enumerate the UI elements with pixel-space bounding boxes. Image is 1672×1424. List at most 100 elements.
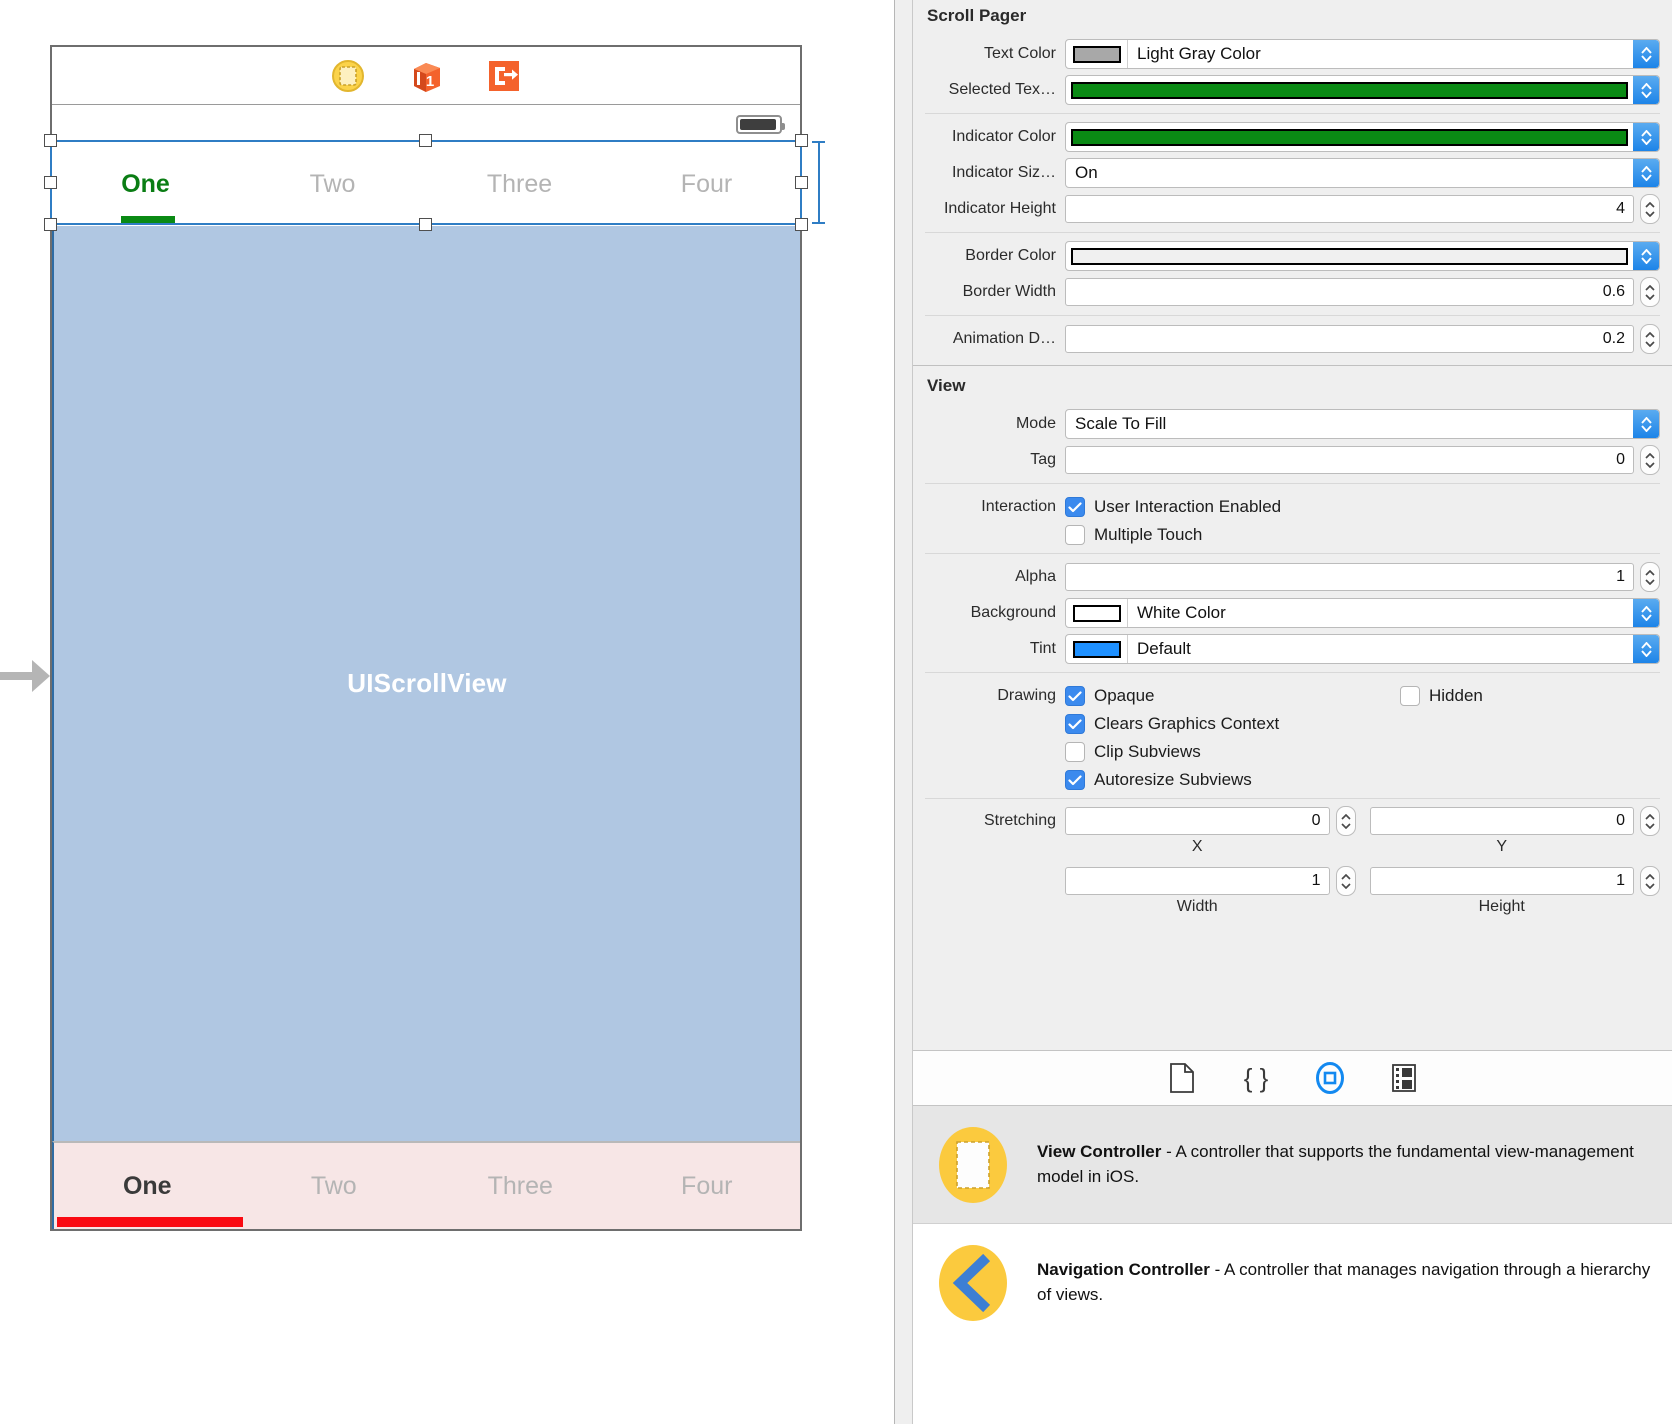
selected-text-color-popup[interactable] <box>1065 75 1660 105</box>
view-controller-icon[interactable] <box>331 59 365 93</box>
row-background[interactable]: Background White Color <box>913 595 1672 631</box>
checkbox-clears-graphics-context[interactable]: Clears Graphics Context <box>1065 714 1400 734</box>
row-mode[interactable]: Mode Scale To Fill <box>913 406 1672 442</box>
file-template-library-tab[interactable] <box>1165 1061 1199 1095</box>
library-item-view-controller[interactable]: View Controller - A controller that supp… <box>913 1106 1672 1224</box>
indicator-height-input[interactable]: 4 <box>1065 195 1634 223</box>
animation-duration-stepper[interactable] <box>1640 324 1660 354</box>
top-pager-indicator <box>121 216 175 225</box>
chevron-updown-icon[interactable] <box>1633 76 1659 104</box>
indicator-size-popup[interactable]: On <box>1065 158 1660 188</box>
media-library-tab[interactable] <box>1387 1061 1421 1095</box>
row-selected-text-color[interactable]: Selected Tex… <box>913 72 1672 108</box>
animation-duration-input[interactable]: 0.2 <box>1065 325 1634 353</box>
checkbox-autoresize-subviews[interactable]: Autoresize Subviews <box>1065 770 1400 790</box>
object-library-list[interactable]: View Controller - A controller that supp… <box>913 1106 1672 1424</box>
row-tint[interactable]: Tint Default <box>913 631 1672 667</box>
row-text-color[interactable]: Text Color Light Gray Color <box>913 36 1672 72</box>
top-pager-tab-four[interactable]: Four <box>613 170 800 199</box>
checkmark-icon[interactable] <box>1065 497 1085 517</box>
bottom-scroll-pager[interactable]: One Two Three Four <box>52 1141 800 1229</box>
top-pager-tab-one[interactable]: One <box>52 170 239 199</box>
chevron-updown-icon[interactable] <box>1633 410 1659 438</box>
bottom-pager-tab-four[interactable]: Four <box>614 1172 801 1201</box>
stretching-x-input[interactable]: 0 <box>1065 807 1330 835</box>
border-width-input[interactable]: 0.6 <box>1065 278 1634 306</box>
stretching-height-stepper[interactable] <box>1640 866 1660 896</box>
row-indicator-size[interactable]: Indicator Siz… On <box>913 155 1672 191</box>
checkbox-label: Clip Subviews <box>1094 742 1201 761</box>
alpha-stepper[interactable] <box>1640 562 1660 592</box>
checkmark-icon[interactable] <box>1065 686 1085 706</box>
tag-stepper[interactable] <box>1640 445 1660 475</box>
checkbox-label: Opaque <box>1094 686 1155 705</box>
checkbox-clip-subviews[interactable]: Clip Subviews <box>1065 742 1400 762</box>
row-indicator-color[interactable]: Indicator Color <box>913 119 1672 155</box>
top-scroll-pager[interactable]: One Two Three Four <box>52 143 800 225</box>
text-color-popup[interactable]: Light Gray Color <box>1065 39 1660 69</box>
label-interaction: Interaction <box>981 498 1056 515</box>
bottom-pager-tab-two[interactable]: Two <box>241 1172 428 1201</box>
uiscrollview[interactable]: UIScrollView <box>52 225 800 1141</box>
stretching-width-stepper[interactable] <box>1335 866 1356 896</box>
view-controller-scene[interactable]: 1 One Two Three Four UIScrollView One Tw… <box>50 45 802 1231</box>
navigation-controller-library-icon <box>927 1244 1019 1322</box>
scene-dock[interactable]: 1 <box>52 47 800 105</box>
library-item-text: Navigation Controller - A controller tha… <box>1037 1258 1658 1307</box>
selected-text-color-swatch <box>1071 81 1628 99</box>
empty-checkbox-icon[interactable] <box>1400 686 1420 706</box>
empty-checkbox-icon[interactable] <box>1065 742 1085 762</box>
text-color-swatch-cell <box>1066 40 1128 68</box>
checkbox-user-interaction-enabled[interactable]: User Interaction Enabled <box>1065 497 1281 517</box>
chevron-updown-icon[interactable] <box>1633 635 1659 663</box>
stretching-y-stepper[interactable] <box>1640 806 1660 836</box>
background-color-popup[interactable]: White Color <box>1065 598 1660 628</box>
top-pager-tab-three[interactable]: Three <box>426 170 613 199</box>
top-pager-tab-two[interactable]: Two <box>239 170 426 199</box>
tint-color-popup[interactable]: Default <box>1065 634 1660 664</box>
bottom-pager-tab-three[interactable]: Three <box>427 1172 614 1201</box>
checkbox-hidden[interactable]: Hidden <box>1400 686 1660 706</box>
chevron-updown-icon[interactable] <box>1633 123 1659 151</box>
chevron-updown-icon[interactable] <box>1633 159 1659 187</box>
stretching-y-input[interactable]: 0 <box>1369 807 1634 835</box>
chevron-updown-icon[interactable] <box>1633 40 1659 68</box>
stretching-width-input[interactable]: 1 <box>1065 867 1330 895</box>
row-tag[interactable]: Tag 0 <box>913 442 1672 478</box>
chevron-updown-icon[interactable] <box>1633 242 1659 270</box>
code-snippet-library-tab[interactable]: { } <box>1239 1061 1273 1095</box>
border-color-swatch-cell <box>1066 242 1633 270</box>
empty-checkbox-icon[interactable] <box>1065 525 1085 545</box>
border-width-stepper[interactable] <box>1640 277 1660 307</box>
indicator-color-popup[interactable] <box>1065 122 1660 152</box>
row-border-width[interactable]: Border Width 0.6 <box>913 274 1672 310</box>
alpha-input[interactable]: 1 <box>1065 563 1634 591</box>
checkmark-icon[interactable] <box>1065 770 1085 790</box>
tag-input[interactable]: 0 <box>1065 446 1634 474</box>
exit-segue-icon[interactable] <box>487 59 521 93</box>
row-indicator-height[interactable]: Indicator Height 4 <box>913 191 1672 227</box>
mode-popup[interactable]: Scale To Fill <box>1065 409 1660 439</box>
chevron-updown-icon[interactable] <box>1633 599 1659 627</box>
text-color-swatch <box>1072 45 1121 63</box>
library-item-navigation-controller[interactable]: Navigation Controller - A controller tha… <box>913 1224 1672 1342</box>
object-library-tab[interactable] <box>1313 1061 1347 1095</box>
row-animation-duration[interactable]: Animation D… 0.2 <box>913 321 1672 357</box>
storyboard-canvas[interactable]: 1 One Two Three Four UIScrollView One Tw… <box>0 0 952 1424</box>
label-mode: Mode <box>1015 415 1056 432</box>
checkmark-icon[interactable] <box>1065 714 1085 734</box>
border-color-popup[interactable] <box>1065 241 1660 271</box>
stretching-height-input[interactable]: 1 <box>1369 867 1634 895</box>
checkbox-opaque[interactable]: Opaque <box>1065 686 1400 706</box>
library-tab-bar[interactable]: { } <box>913 1050 1672 1106</box>
checkbox-multiple-touch[interactable]: Multiple Touch <box>1065 525 1281 545</box>
height-constraint-indicator[interactable] <box>812 141 825 224</box>
device-preview[interactable]: One Two Three Four UIScrollView One Two … <box>52 105 800 1229</box>
first-responder-icon[interactable]: 1 <box>409 59 443 93</box>
indicator-height-stepper[interactable] <box>1640 194 1660 224</box>
row-alpha[interactable]: Alpha 1 <box>913 559 1672 595</box>
caption-width: Width <box>1176 898 1218 915</box>
bottom-pager-tab-one[interactable]: One <box>54 1172 241 1201</box>
row-border-color[interactable]: Border Color <box>913 238 1672 274</box>
stretching-x-stepper[interactable] <box>1335 806 1356 836</box>
